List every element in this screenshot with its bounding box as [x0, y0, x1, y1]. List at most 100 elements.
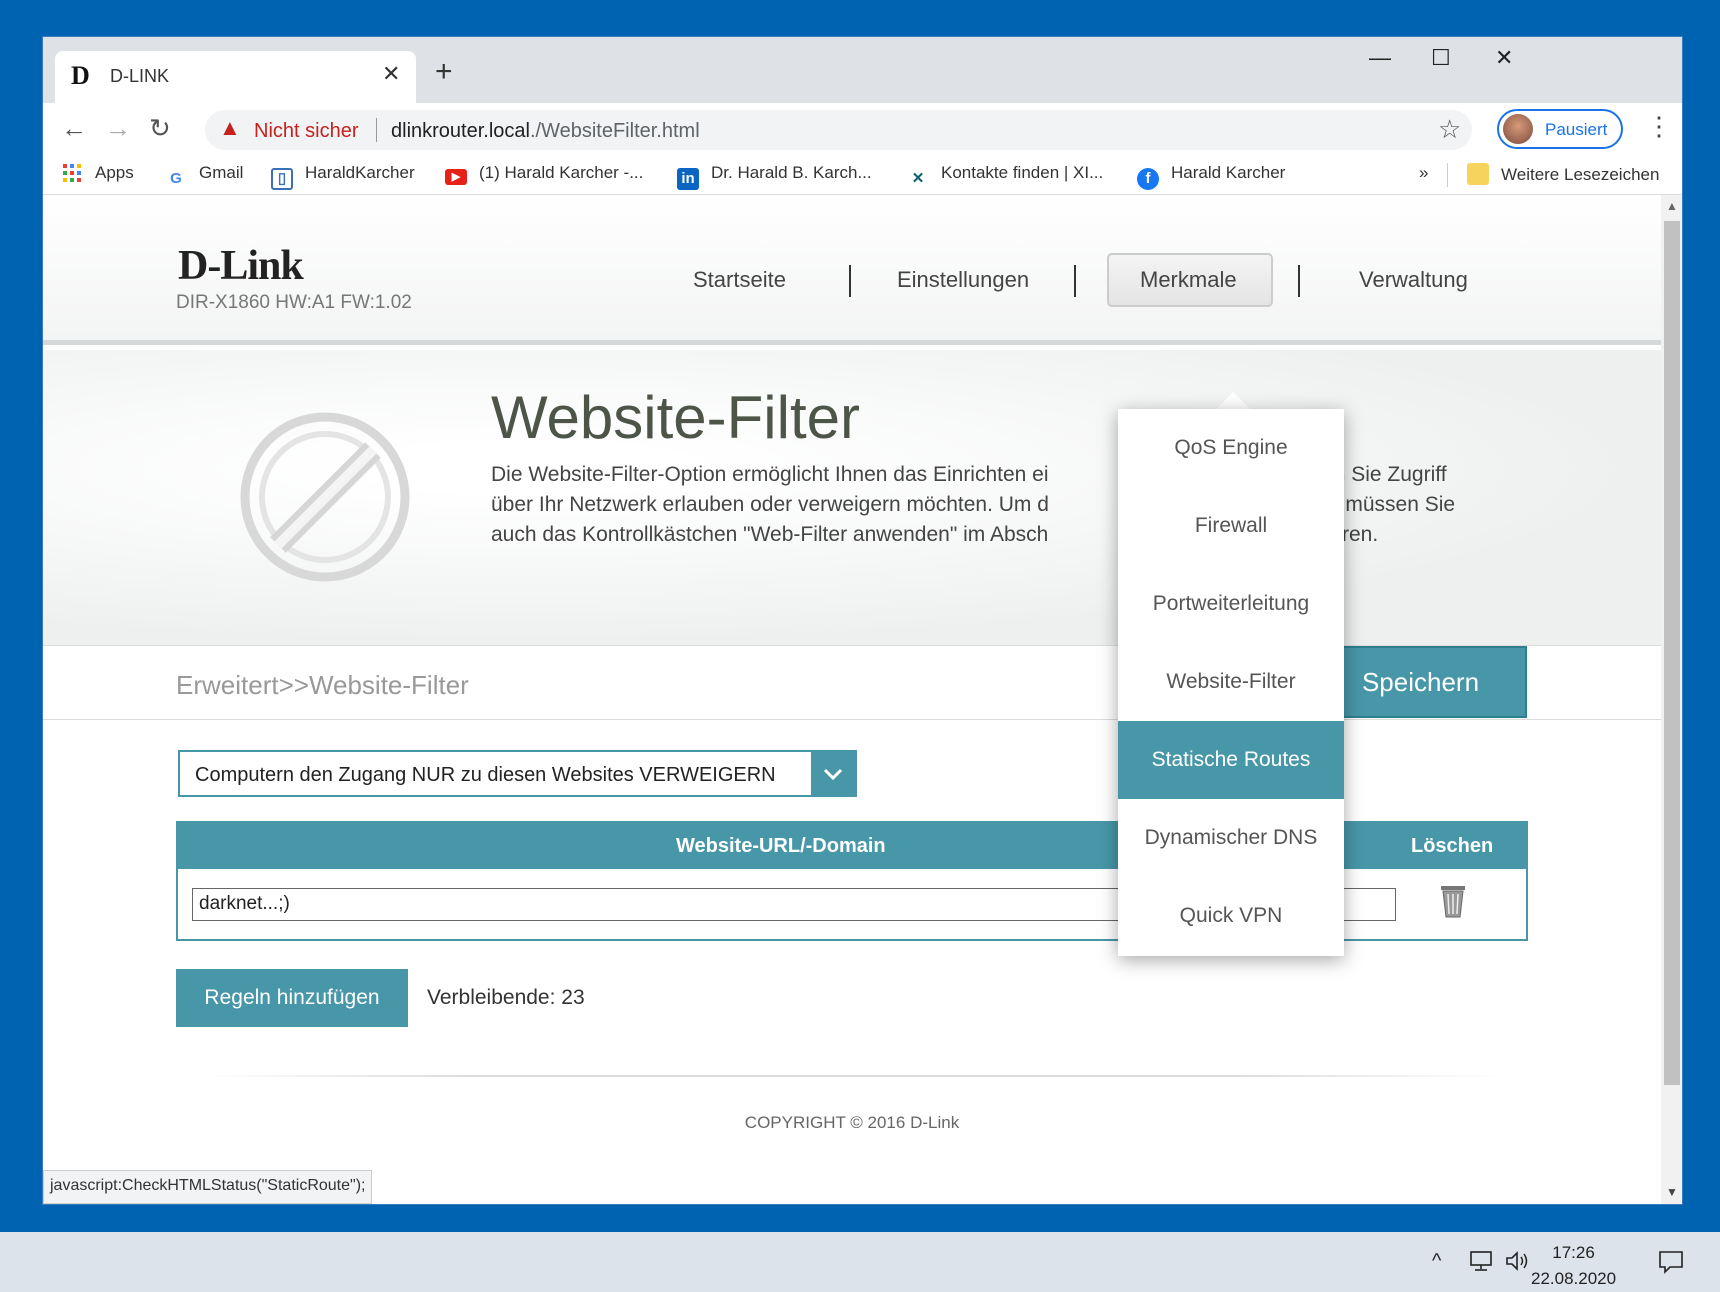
close-window-button[interactable]: ✕ — [1495, 45, 1513, 71]
page-description: Die Website-Filter-Option ermöglicht Ihn… — [491, 460, 1521, 550]
youtube-icon: ▶ — [445, 169, 467, 185]
facebook-icon: f — [1137, 168, 1159, 190]
hero-section: Website-Filter Die Website-Filter-Option… — [43, 350, 1661, 645]
google-icon: G — [170, 170, 182, 187]
url-host: dlinkrouter.local — [391, 120, 530, 142]
tab-dlink[interactable]: D D-LINK ✕ — [55, 51, 416, 103]
add-rules-button[interactable]: Regeln hinzufügen — [176, 969, 408, 1027]
description-line: Die Website-Filter-Option ermöglicht Ihn… — [491, 463, 1049, 486]
new-tab-button[interactable]: + — [435, 55, 453, 89]
reload-icon[interactable]: ↻ — [149, 113, 171, 144]
menu-item-statische-routes[interactable]: Statische Routes — [1118, 721, 1344, 799]
tab-close-icon[interactable]: ✕ — [382, 61, 400, 87]
dlink-favicon-icon: D — [71, 61, 90, 90]
forward-arrow-icon[interactable]: → — [105, 113, 131, 144]
bookmark-apps[interactable]: Apps — [61, 163, 134, 187]
status-bar-link: javascript:CheckHTMLStatus("StaticRoute"… — [43, 1170, 373, 1204]
maximize-button[interactable]: ☐ — [1431, 45, 1451, 71]
bookmark-label: Apps — [95, 163, 134, 182]
dropdown-caret — [1216, 392, 1250, 409]
menu-item-portweiterleitung[interactable]: Portweiterleitung — [1118, 565, 1344, 643]
browser-toolbar: ← → ↻ ▲ Nicht sicher dlinkrouter.local./… — [43, 103, 1682, 155]
bookmark-linkedin[interactable]: in Dr. Harald B. Karch... — [677, 163, 872, 190]
minimize-button[interactable]: — — [1369, 45, 1391, 71]
scroll-up-icon[interactable]: ▲ — [1666, 199, 1678, 213]
page-title: Website-Filter — [491, 384, 860, 451]
profile-button[interactable]: Pausiert — [1497, 109, 1623, 149]
bookmark-label: Gmail — [199, 163, 244, 182]
save-button[interactable]: Speichern — [1314, 646, 1527, 718]
page-scrollbar[interactable]: ▲ ▼ — [1661, 195, 1682, 1204]
bookmark-haraldkarcher[interactable]: ▯ HaraldKarcher — [271, 163, 415, 190]
bookmark-label: (1) Harald Karcher -... — [479, 163, 644, 182]
windows-taskbar: ^ 17:26 22.08.2020 — [0, 1232, 1720, 1292]
nav-verwaltung[interactable]: Verwaltung — [1359, 267, 1468, 293]
filter-mode-select[interactable]: Computern den Zugang NUR zu diesen Websi… — [178, 750, 857, 797]
filter-mode-value: Computern den Zugang NUR zu diesen Websi… — [195, 764, 776, 786]
browser-window: D D-LINK ✕ + — ☐ ✕ ← → ↻ ▲ Nicht sicher … — [42, 36, 1683, 1205]
prohibited-icon — [240, 412, 410, 582]
profile-label: Pausiert — [1545, 120, 1608, 139]
bookmarks-more-button[interactable]: » — [1419, 163, 1428, 187]
folder-icon — [1467, 163, 1489, 185]
address-bar[interactable]: ▲ Nicht sicher dlinkrouter.local./Websit… — [205, 110, 1472, 150]
bookmark-label: HaraldKarcher — [305, 163, 415, 182]
description-line: auch das Kontrollkästchen "Web-Filter an… — [491, 523, 1049, 546]
url-path: ./WebsiteFilter.html — [529, 120, 700, 142]
menu-item-qos-engine[interactable]: QoS Engine — [1118, 409, 1344, 487]
linkedin-icon: in — [677, 168, 699, 190]
nav-startseite[interactable]: Startseite — [693, 267, 786, 293]
merkmale-dropdown-menu: QoS Engine Firewall Portweiterleitung We… — [1118, 409, 1344, 956]
breadcrumb: Erweitert>>Website-Filter — [176, 670, 469, 700]
warning-triangle-icon: ▲ — [219, 115, 241, 140]
nav-merkmale[interactable]: Merkmale — [1140, 267, 1237, 293]
footer-divider — [203, 1075, 1503, 1077]
scroll-thumb[interactable] — [1664, 221, 1680, 1085]
clock-date: 22.08.2020 — [1531, 1269, 1617, 1288]
remaining-count: Verbleibende: 23 — [427, 986, 585, 1009]
security-status[interactable]: Nicht sicher — [254, 120, 358, 143]
menu-item-quick-vpn[interactable]: Quick VPN — [1118, 877, 1344, 955]
nav-einstellungen[interactable]: Einstellungen — [897, 267, 1029, 293]
bookmark-label: Weitere Lesezeichen — [1501, 165, 1660, 184]
scroll-down-icon[interactable]: ▼ — [1666, 1185, 1678, 1199]
bookmark-youtube[interactable]: ▶ (1) Harald Karcher -... — [445, 163, 643, 187]
menu-item-firewall[interactable]: Firewall — [1118, 487, 1344, 565]
xing-icon: ✕ — [911, 170, 925, 187]
router-header: D-Link DIR-X1860 HW:A1 FW:1.02 Startseit… — [43, 195, 1661, 345]
bookmark-facebook[interactable]: f Harald Karcher — [1137, 163, 1285, 190]
bookmark-xing[interactable]: ✕ Kontakte finden | XI... — [907, 163, 1104, 187]
model-info: DIR-X1860 HW:A1 FW:1.02 — [176, 292, 412, 313]
clock-time: 17:26 — [1552, 1243, 1595, 1262]
trash-icon[interactable] — [1440, 883, 1466, 919]
nav-separator — [1074, 265, 1076, 297]
page-icon: ▯ — [271, 168, 293, 190]
bookmark-gmail[interactable]: G Gmail — [165, 163, 243, 187]
menu-item-website-filter[interactable]: Website-Filter — [1118, 643, 1344, 721]
nav-separator — [1298, 265, 1300, 297]
bookmark-other-folder[interactable]: Weitere Lesezeichen — [1467, 163, 1659, 187]
column-header-delete: Löschen — [1411, 835, 1494, 857]
column-header-url: Website-URL/-Domain — [676, 835, 886, 857]
bookmarks-divider — [1447, 163, 1448, 187]
notification-icon[interactable] — [1658, 1250, 1684, 1280]
taskbar-clock[interactable]: 17:26 22.08.2020 — [1531, 1240, 1616, 1292]
network-icon[interactable] — [1468, 1250, 1494, 1278]
bookmark-label: Dr. Harald B. Karch... — [711, 163, 872, 182]
dlink-logo[interactable]: D-Link — [178, 242, 304, 290]
volume-icon[interactable] — [1504, 1250, 1530, 1278]
menu-item-dynamischer-dns[interactable]: Dynamischer DNS — [1118, 799, 1344, 877]
address-separator — [376, 118, 377, 142]
tray-chevron-up-icon[interactable]: ^ — [1432, 1250, 1441, 1273]
avatar — [1503, 114, 1533, 144]
back-arrow-icon[interactable]: ← — [61, 113, 87, 144]
copyright: COPYRIGHT © 2016 D-Link — [744, 1113, 960, 1132]
description-line: über Ihr Netzwerk erlauben oder verweige… — [491, 493, 1049, 516]
router-page: D-Link DIR-X1860 HW:A1 FW:1.02 Startseit… — [43, 195, 1661, 1204]
browser-menu-icon[interactable]: ⋮ — [1646, 111, 1672, 142]
bookmarks-bar: Apps G Gmail ▯ HaraldKarcher ▶ (1) Harald K… — [43, 155, 1682, 195]
chevron-down-icon[interactable] — [811, 752, 855, 795]
nav-separator — [849, 265, 851, 297]
bookmark-star-icon[interactable]: ☆ — [1438, 114, 1461, 145]
url-text[interactable]: dlinkrouter.local./WebsiteFilter.html — [391, 120, 700, 143]
